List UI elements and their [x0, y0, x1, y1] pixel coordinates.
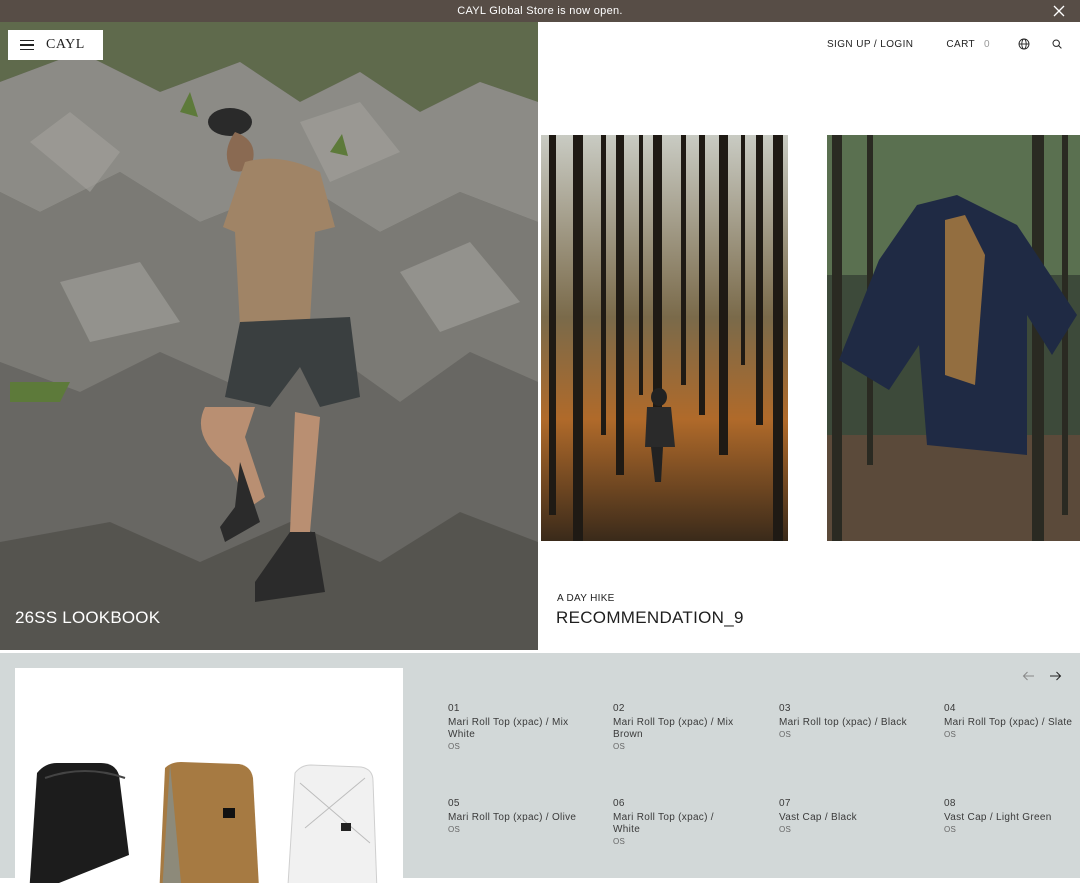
product-size: OS — [779, 825, 792, 834]
globe-icon[interactable] — [1018, 38, 1030, 50]
product-item[interactable]: 05 Mari Roll Top (xpac) / Olive OS — [448, 798, 578, 834]
cart-link[interactable]: CART 0 — [946, 39, 990, 50]
lookbook-photo — [0, 22, 538, 650]
product-item[interactable]: 08 Vast Cap / Light Green OS — [944, 798, 1074, 834]
backpacks-photo — [29, 762, 378, 883]
shirt-photo — [827, 135, 1080, 541]
product-name: Mari Roll Top (xpac) / Olive — [448, 812, 577, 823]
announcement-text: CAYL Global Store is now open. — [457, 5, 623, 17]
forest-hike-image[interactable] — [541, 135, 788, 541]
product-size: OS — [613, 837, 626, 846]
search-icon[interactable] — [1052, 39, 1062, 49]
product-size: OS — [613, 742, 626, 751]
product-number: 06 — [613, 798, 625, 809]
product-size: OS — [944, 825, 957, 834]
product-number: 08 — [944, 798, 956, 809]
forest-photo — [541, 135, 788, 541]
header-nav: SIGN UP / LOGIN CART 0 — [540, 22, 1080, 66]
arrow-right-icon[interactable] — [1049, 671, 1062, 681]
product-number: 05 — [448, 798, 460, 809]
product-item[interactable]: 07 Vast Cap / Black OS — [779, 798, 909, 834]
signin-link[interactable]: SIGN UP / LOGIN — [827, 39, 913, 50]
carousel-arrows — [1022, 671, 1062, 681]
cart-count: 0 — [984, 38, 990, 50]
product-name: Mari Roll Top (xpac) / Mix White — [448, 717, 569, 740]
hamburger-icon[interactable] — [20, 40, 34, 50]
logo-box: CAYL — [8, 30, 103, 60]
shirt-image[interactable] — [827, 135, 1080, 541]
product-item[interactable]: 02 Mari Roll Top (xpac) / Mix Brown OS — [613, 703, 743, 751]
product-item[interactable]: 01 Mari Roll Top (xpac) / Mix White OS — [448, 703, 578, 751]
logo[interactable]: CAYL — [46, 37, 85, 53]
product-name: Mari Roll Top (xpac) / White — [613, 812, 714, 835]
product-name: Vast Cap / Black — [779, 812, 857, 823]
product-number: 02 — [613, 703, 625, 714]
product-item[interactable]: 06 Mari Roll Top (xpac) / White OS — [613, 798, 743, 846]
product-size: OS — [448, 825, 461, 834]
recommendation-subtitle: A DAY HIKE — [557, 593, 615, 604]
product-number: 04 — [944, 703, 956, 714]
lookbook-caption[interactable]: 26SS LOOKBOOK — [15, 608, 160, 628]
product-number: 03 — [779, 703, 791, 714]
product-item[interactable]: 03 Mari Roll top (xpac) / Black OS — [779, 703, 909, 739]
product-name: Vast Cap / Light Green — [944, 812, 1052, 823]
product-number: 07 — [779, 798, 791, 809]
product-name: Mari Roll Top (xpac) / Slate — [944, 717, 1073, 728]
product-image-card[interactable] — [15, 668, 403, 883]
recommendation-title[interactable]: RECOMMENDATION_9 — [556, 608, 744, 628]
announcement-bar: CAYL Global Store is now open. — [0, 0, 1080, 22]
lookbook-hero-image[interactable]: 26SS LOOKBOOK — [0, 22, 538, 650]
product-name: Mari Roll Top (xpac) / Mix Brown — [613, 717, 734, 740]
cart-label: CART — [946, 38, 976, 50]
arrow-left-icon[interactable] — [1022, 671, 1035, 681]
close-icon[interactable] — [1052, 4, 1066, 18]
product-size: OS — [448, 742, 461, 751]
product-size: OS — [779, 730, 792, 739]
product-name: Mari Roll top (xpac) / Black — [779, 717, 907, 728]
product-item[interactable]: 04 Mari Roll Top (xpac) / Slate OS — [944, 703, 1074, 739]
products-section: 01 Mari Roll Top (xpac) / Mix White OS 0… — [0, 653, 1080, 883]
product-size: OS — [944, 730, 957, 739]
product-number: 01 — [448, 703, 460, 714]
